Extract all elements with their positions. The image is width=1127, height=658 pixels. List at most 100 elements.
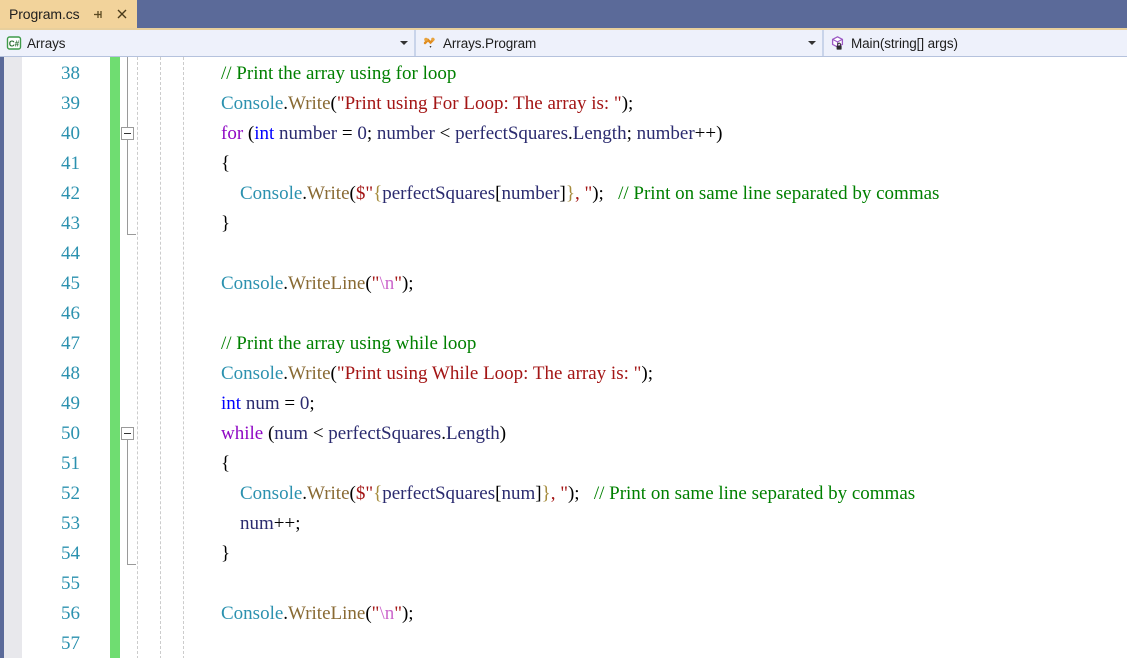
line-content[interactable]: for (int number = 0; number < perfectSqu… [202, 119, 722, 149]
token-plain: 0 [299, 393, 310, 414]
line-number: 52 [61, 483, 80, 504]
token-string: "Print using While Loop: The array is: " [336, 363, 642, 384]
code-line[interactable]: 47 // Print the array using while loop [0, 329, 1127, 359]
csharp-file-icon: C# [5, 34, 23, 52]
code-line[interactable]: 52 Console.Write($"{perfectSquares[num]}… [0, 479, 1127, 509]
token-string: "Print using For Loop: The array is: " [336, 93, 622, 114]
project-dropdown[interactable]: C# Arrays [0, 30, 415, 56]
member-dropdown-label: Main(string[] args) [851, 35, 958, 51]
token-keyword: int [221, 393, 242, 414]
code-line[interactable]: 41 { [0, 149, 1127, 179]
line-content[interactable]: Console.Write("Print using For Loop: The… [202, 89, 633, 119]
line-content[interactable]: Console.Write("Print using While Loop: T… [202, 359, 653, 389]
code-line[interactable]: 55 [0, 569, 1127, 599]
token-plain: num [501, 483, 536, 504]
line-content[interactable]: Console.Write($"{perfectSquares[number]}… [202, 179, 939, 209]
line-number: 51 [61, 453, 80, 474]
token-method: Write [307, 183, 350, 204]
code-line[interactable]: 51 { [0, 449, 1127, 479]
chevron-down-icon[interactable] [400, 41, 408, 45]
line-content[interactable]: while (num < perfectSquares.Length) [202, 419, 506, 449]
token-string: , " [550, 483, 568, 504]
code-line[interactable]: 43 } [0, 209, 1127, 239]
line-content[interactable]: } [202, 539, 230, 569]
line-number: 53 [61, 513, 80, 534]
code-line[interactable]: 45 Console.WriteLine("\n"); [0, 269, 1127, 299]
code-line[interactable]: 50 while (num < perfectSquares.Length) [0, 419, 1127, 449]
token-plain: num [274, 423, 309, 444]
chevron-down-icon[interactable] [808, 41, 816, 45]
pin-icon[interactable] [90, 7, 105, 22]
token-method: Write [288, 363, 331, 384]
token-punct: ( [263, 423, 275, 444]
line-content[interactable]: { [202, 449, 230, 479]
window-title-bar: Program.cs [0, 0, 1127, 28]
code-line[interactable]: 46 [0, 299, 1127, 329]
line-content[interactable]: int num = 0; [202, 389, 315, 419]
line-content[interactable]: // Print the array using while loop [202, 329, 476, 359]
tab-filename: Program.cs [9, 6, 80, 22]
line-content[interactable]: } [202, 209, 230, 239]
code-line[interactable]: 48 Console.Write("Print using While Loop… [0, 359, 1127, 389]
token-punct: < [434, 123, 456, 144]
code-line[interactable]: 56 Console.WriteLine("\n"); [0, 599, 1127, 629]
code-line[interactable]: 49 int num = 0; [0, 389, 1127, 419]
line-number: 46 [61, 303, 80, 324]
token-plain: perfectSquares [382, 183, 496, 204]
code-line[interactable]: 42 Console.Write($"{perfectSquares[numbe… [0, 179, 1127, 209]
line-number: 54 [61, 543, 80, 564]
project-dropdown-label: Arrays [27, 35, 66, 51]
token-string: $" [355, 183, 374, 204]
line-number: 41 [61, 153, 80, 174]
token-plain: perfectSquares [328, 423, 442, 444]
token-brace: { [373, 183, 383, 204]
token-escape: \n [379, 273, 395, 294]
token-comment: // Print on same line separated by comma… [618, 183, 940, 204]
close-icon[interactable] [115, 7, 130, 22]
code-line[interactable]: 40 for (int number = 0; number < perfect… [0, 119, 1127, 149]
token-punct: ); [621, 93, 634, 114]
editor-tab-program-cs[interactable]: Program.cs [0, 0, 137, 28]
code-line[interactable]: 57 [0, 629, 1127, 658]
token-ctrl: while [221, 423, 264, 444]
token-string: " [394, 603, 402, 624]
token-punct: ; [309, 393, 315, 414]
line-content[interactable]: Console.Write($"{perfectSquares[num]}, "… [202, 479, 915, 509]
token-punct: { [221, 453, 231, 474]
token-plain: number [274, 123, 338, 144]
code-line[interactable]: 54 } [0, 539, 1127, 569]
line-content[interactable]: // Print the array using for loop [202, 59, 456, 89]
line-content[interactable]: Console.WriteLine("\n"); [202, 269, 414, 299]
token-escape: \n [379, 603, 395, 624]
token-punct: ( [243, 123, 255, 144]
line-content[interactable]: Console.WriteLine("\n"); [202, 599, 414, 629]
token-brace: } [565, 183, 575, 204]
code-line[interactable]: 38 // Print the array using for loop [0, 59, 1127, 89]
token-comment: // Print the array using while loop [221, 333, 477, 354]
token-punct: ); [567, 483, 580, 504]
member-dropdown[interactable]: Main(string[] args) [823, 30, 1127, 56]
class-icon [421, 34, 439, 52]
token-punct: ); [592, 183, 604, 204]
token-string: $" [355, 483, 374, 504]
code-editor[interactable]: 38 // Print the array using for loop 39 C… [0, 56, 1127, 658]
token-punct: ); [401, 603, 414, 624]
code-line[interactable]: 53 num++; [0, 509, 1127, 539]
code-line[interactable]: 44 [0, 239, 1127, 269]
token-punct: ; [366, 123, 377, 144]
token-method: WriteLine [288, 273, 366, 294]
token-plain: 0 [357, 123, 367, 144]
code-line[interactable]: 39 Console.Write("Print using For Loop: … [0, 89, 1127, 119]
line-content[interactable]: { [202, 149, 230, 179]
type-dropdown[interactable]: Arrays.Program [415, 30, 823, 56]
line-content[interactable]: num++; [202, 509, 301, 539]
line-number: 43 [61, 213, 80, 234]
token-string: " [394, 273, 402, 294]
token-plain: number [636, 123, 695, 144]
